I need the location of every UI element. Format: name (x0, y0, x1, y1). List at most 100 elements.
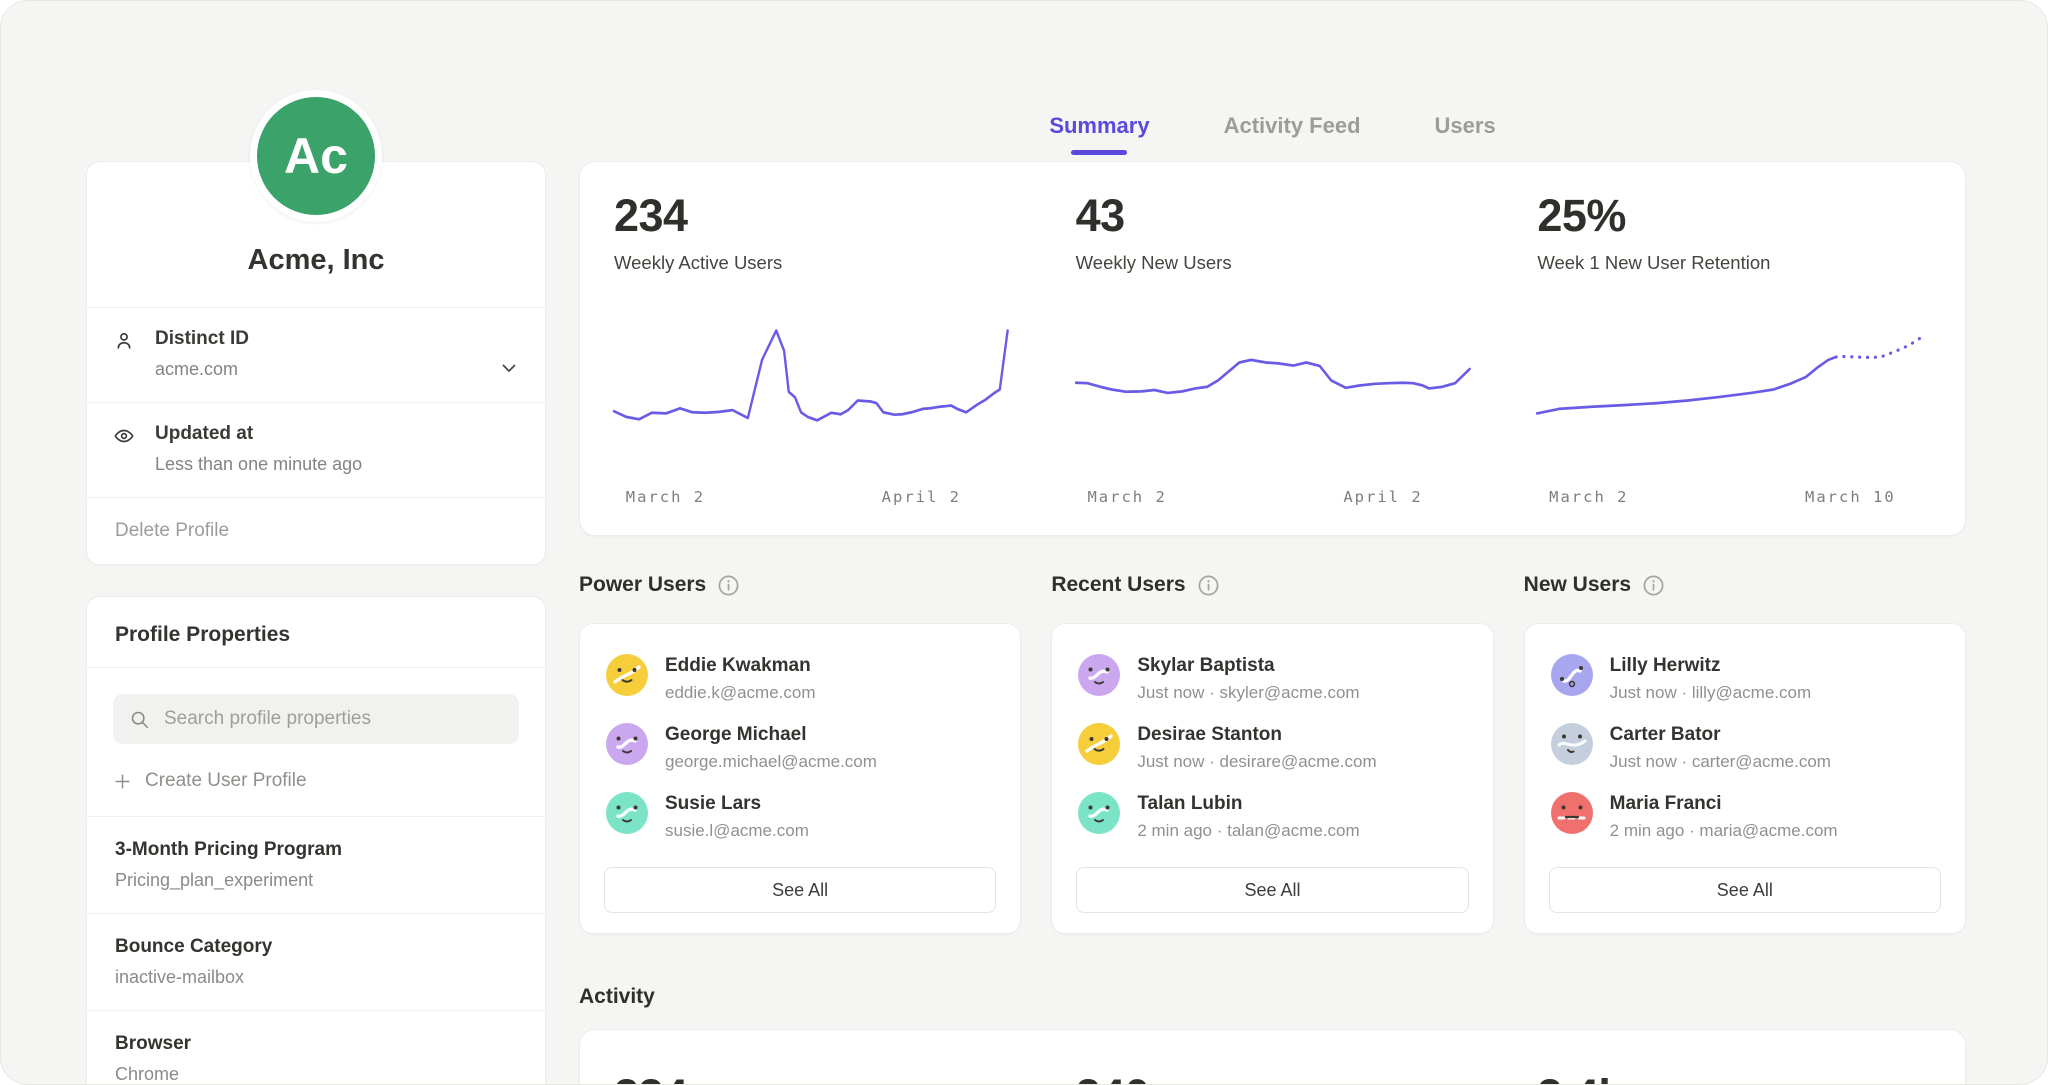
updated-at-row: Updated at Less than one minute ago (87, 402, 545, 497)
search-profile-properties[interactable] (113, 694, 519, 744)
profile-dashboard: Ac Acme, Inc Distinct ID acme.com Update… (0, 0, 2048, 1085)
user-row[interactable]: Maria Franci 2 min ago · maria@acme.com (1549, 786, 1941, 855)
user-detail: 2 min ago · maria@acme.com (1610, 821, 1838, 841)
user-detail: Just now · carter@acme.com (1610, 752, 1831, 772)
avatar (1078, 792, 1120, 834)
profile-properties-tools: Create User Profile (87, 667, 545, 816)
power-users-card: Eddie Kwakman eddie.k@acme.com George Mi… (579, 623, 1021, 934)
weekly-active-users-chart (614, 310, 1008, 478)
tab-users[interactable]: Users (1435, 113, 1496, 155)
summary-stats-card: 234 Weekly Active Users March 2 April 2 … (579, 161, 1966, 536)
see-all-button[interactable]: See All (1076, 867, 1468, 913)
tab-summary[interactable]: Summary (1049, 113, 1149, 155)
section-title: Power Users (579, 573, 706, 597)
property-value: inactive-mailbox (115, 967, 517, 988)
user-row[interactable]: Skylar Baptista Just now · skyler@acme.c… (1076, 648, 1468, 717)
new-users-header: New Users (1524, 573, 1966, 597)
info-icon[interactable] (1642, 574, 1665, 597)
user-name: Eddie Kwakman (665, 654, 816, 677)
avatar (606, 723, 648, 765)
user-detail: 2 min ago · talan@acme.com (1137, 821, 1359, 841)
avatar (1551, 723, 1593, 765)
info-icon[interactable] (717, 574, 740, 597)
activity-stat-value: 3.4k (1503, 1070, 1965, 1085)
new-users-section: New Users Lilly Herwitz Just now · lilly… (1524, 573, 1966, 934)
search-icon (129, 709, 150, 730)
stat-weekly-new-users: 43 Weekly New Users March 2 April 2 (1042, 190, 1504, 535)
x-tick-start: March 2 (626, 488, 705, 506)
see-all-button[interactable]: See All (604, 867, 996, 913)
org-avatar-initials: Ac (284, 127, 348, 185)
eye-icon (113, 425, 135, 447)
user-name: Maria Franci (1610, 792, 1838, 815)
avatar-face-icon (1551, 792, 1593, 834)
plus-icon (113, 772, 132, 791)
avatar (606, 792, 648, 834)
user-name: Desirae Stanton (1137, 723, 1376, 746)
x-axis-labels: March 2 March 10 (1537, 488, 1931, 510)
distinct-id-row: Distinct ID acme.com (87, 307, 545, 402)
user-name: Talan Lubin (1137, 792, 1359, 815)
property-row[interactable]: 3-Month Pricing Program Pricing_plan_exp… (87, 816, 545, 913)
avatar-face-icon (606, 792, 648, 834)
user-name: George Michael (665, 723, 877, 746)
week1-retention-chart (1537, 310, 1931, 478)
user-lists: Power Users Eddie Kwakman eddie.k@acme.c… (579, 573, 1966, 934)
user-name: Skylar Baptista (1137, 654, 1359, 677)
avatar (606, 654, 648, 696)
tab-activity-feed[interactable]: Activity Feed (1224, 113, 1361, 155)
see-all-button[interactable]: See All (1549, 867, 1941, 913)
org-avatar: Ac (250, 90, 382, 222)
property-name: Browser (115, 1033, 517, 1055)
delete-profile-button[interactable]: Delete Profile (87, 497, 545, 564)
power-users-header: Power Users (579, 573, 1021, 597)
property-value: Chrome (115, 1064, 517, 1085)
user-row[interactable]: Lilly Herwitz Just now · lilly@acme.com (1549, 648, 1941, 717)
property-row[interactable]: Browser Chrome (87, 1010, 545, 1085)
profile-properties-card: Profile Properties Create User Profile 3… (86, 596, 546, 1085)
avatar-face-icon (1551, 654, 1593, 696)
stat-label: Weekly Active Users (614, 252, 1008, 274)
user-row[interactable]: Carter Bator Just now · carter@acme.com (1549, 717, 1941, 786)
stat-label: Week 1 New User Retention (1537, 252, 1931, 274)
user-detail: george.michael@acme.com (665, 752, 877, 772)
property-row[interactable]: Bounce Category inactive-mailbox (87, 913, 545, 1010)
distinct-id-label: Distinct ID (155, 328, 517, 350)
x-tick-end: April 2 (882, 488, 961, 506)
avatar-face-icon (1078, 792, 1120, 834)
property-name: Bounce Category (115, 936, 517, 958)
chevron-down-icon[interactable] (497, 356, 521, 380)
user-name: Lilly Herwitz (1610, 654, 1811, 677)
recent-users-section: Recent Users Skylar Baptista Just now · … (1051, 573, 1493, 934)
distinct-id-value: acme.com (155, 359, 517, 380)
x-tick-start: March 2 (1087, 488, 1166, 506)
property-value: Pricing_plan_experiment (115, 870, 517, 891)
x-axis-labels: March 2 April 2 (1076, 488, 1470, 510)
create-user-profile-button[interactable]: Create User Profile (113, 770, 519, 792)
section-title: New Users (1524, 573, 1631, 597)
avatar-face-icon (1551, 723, 1593, 765)
info-icon[interactable] (1197, 574, 1220, 597)
user-name: Susie Lars (665, 792, 809, 815)
user-row[interactable]: Eddie Kwakman eddie.k@acme.com (604, 648, 996, 717)
section-title: Recent Users (1051, 573, 1185, 597)
stat-weekly-active-users: 234 Weekly Active Users March 2 April 2 (580, 190, 1042, 535)
activity-section-title: Activity (579, 985, 655, 1009)
user-row[interactable]: Talan Lubin 2 min ago · talan@acme.com (1076, 786, 1468, 855)
stat-label: Weekly New Users (1076, 252, 1470, 274)
profile-properties-title: Profile Properties (87, 597, 545, 667)
user-row[interactable]: Desirae Stanton Just now · desirare@acme… (1076, 717, 1468, 786)
stat-value: 25% (1537, 190, 1931, 242)
activity-stats-card: 234 240 3.4k (579, 1029, 1966, 1085)
user-row[interactable]: George Michael george.michael@acme.com (604, 717, 996, 786)
stat-week1-retention: 25% Week 1 New User Retention March 2 Ma… (1503, 190, 1965, 535)
user-row[interactable]: Susie Lars susie.l@acme.com (604, 786, 996, 855)
updated-at-label: Updated at (155, 423, 517, 445)
user-detail: eddie.k@acme.com (665, 683, 816, 703)
x-tick-end: April 2 (1343, 488, 1422, 506)
x-axis-labels: March 2 April 2 (614, 488, 1008, 510)
activity-stat-value: 240 (1042, 1070, 1504, 1085)
search-input[interactable] (162, 707, 503, 731)
avatar (1078, 723, 1120, 765)
profile-summary-card: Ac Acme, Inc Distinct ID acme.com Update… (86, 161, 546, 565)
